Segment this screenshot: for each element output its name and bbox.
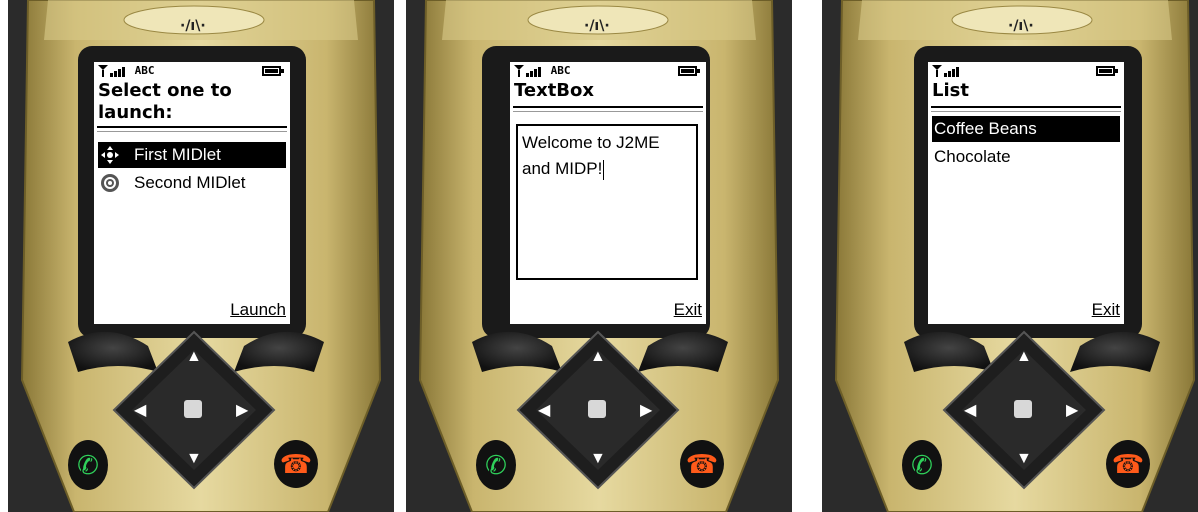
dpad-down-icon[interactable]: ▼ [1016,450,1032,468]
dpad-down-icon[interactable]: ▼ [590,450,606,468]
phone-emulator-3: ·/ı\· ▲ ◀ ▶ ▼ ✆ ☎ List Coffee Beans Choc… [822,0,1198,512]
input-mode-indicator: ABC [550,64,571,77]
signal-strength-icon [514,65,541,77]
signal-strength-icon [98,65,125,77]
list-item-label: Chocolate [934,147,1011,166]
dpad-left-icon[interactable]: ◀ [964,400,976,420]
phone-screen-2: ABC TextBox Welcome to J2ME and MIDP! Ex… [510,62,706,324]
call-button[interactable]: ✆ [68,440,108,490]
list-item-second-midlet[interactable]: Second MIDlet [98,170,286,196]
battery-icon [262,66,284,76]
list-item-label: Second MIDlet [134,173,246,192]
title-divider [931,106,1121,112]
phone-emulator-1: ·/ı\· ▲ ◀ ▶ ▼ ✆ ☎ ABC Select one to laun… [8,0,394,512]
right-softkey-button[interactable] [244,340,314,370]
list-item-coffee-beans[interactable]: Coffee Beans [932,116,1120,142]
dpad-right-icon[interactable]: ▶ [640,400,652,420]
phone-emulator-2: ·/ı\· ▲ ◀ ▶ ▼ ✆ ☎ ABC TextBox Welcome to… [406,0,792,512]
right-softkey-button[interactable] [1080,340,1150,370]
end-call-button[interactable]: ☎ [680,440,724,488]
right-softkey-button[interactable] [648,340,718,370]
status-bar [932,64,962,78]
left-softkey-button[interactable] [914,340,984,370]
status-bar: ABC [98,64,155,78]
dpad-up-icon[interactable]: ▲ [186,348,202,366]
end-call-button[interactable]: ☎ [274,440,318,488]
screen-title: Select one to launch: [98,80,232,123]
svg-text:·/ı\·: ·/ı\· [584,18,610,34]
signal-strength-icon [932,65,959,77]
battery-icon [678,66,700,76]
dpad-right-icon[interactable]: ▶ [236,400,248,420]
dpad-select-button[interactable] [588,400,606,418]
svg-text:·/ı\·: ·/ı\· [1008,18,1034,34]
dpad-up-icon[interactable]: ▲ [1016,348,1032,366]
left-softkey-button[interactable] [482,340,552,370]
list-item-label: Coffee Beans [934,119,1037,138]
call-button[interactable]: ✆ [476,440,516,490]
text-cursor [603,159,605,180]
status-bar: ABC [514,64,571,78]
dpad-up-icon[interactable]: ▲ [590,348,606,366]
list-item-first-midlet[interactable]: First MIDlet [98,142,286,168]
left-softkey-button[interactable] [78,340,148,370]
dpad-left-icon[interactable]: ◀ [134,400,146,420]
screen-title: TextBox [514,80,595,101]
midlet-move-icon [101,146,119,164]
dpad-select-button[interactable] [1014,400,1032,418]
svg-text:·/ı\·: ·/ı\· [180,18,206,34]
exit-softkey[interactable]: Exit [1092,300,1120,320]
dpad-right-icon[interactable]: ▶ [1066,400,1078,420]
phone-screen-3: List Coffee Beans Chocolate Exit [928,62,1124,324]
title-divider [513,106,703,112]
exit-softkey[interactable]: Exit [674,300,702,320]
input-mode-indicator: ABC [134,64,155,77]
dpad-left-icon[interactable]: ◀ [538,400,550,420]
list-item-chocolate[interactable]: Chocolate [932,144,1120,170]
launch-softkey[interactable]: Launch [230,300,286,320]
text-box-field[interactable]: Welcome to J2ME and MIDP! [516,124,698,280]
end-call-button[interactable]: ☎ [1106,440,1150,488]
title-divider [97,126,287,132]
list-item-label: First MIDlet [134,145,221,164]
dpad-select-button[interactable] [184,400,202,418]
battery-icon [1096,66,1118,76]
call-button[interactable]: ✆ [902,440,942,490]
screen-title: List [932,80,969,101]
midlet-target-icon [101,174,119,192]
text-box-value: Welcome to J2ME and MIDP! [522,133,660,178]
phone-screen-1: ABC Select one to launch: First MIDlet S… [94,62,290,324]
dpad-down-icon[interactable]: ▼ [186,450,202,468]
